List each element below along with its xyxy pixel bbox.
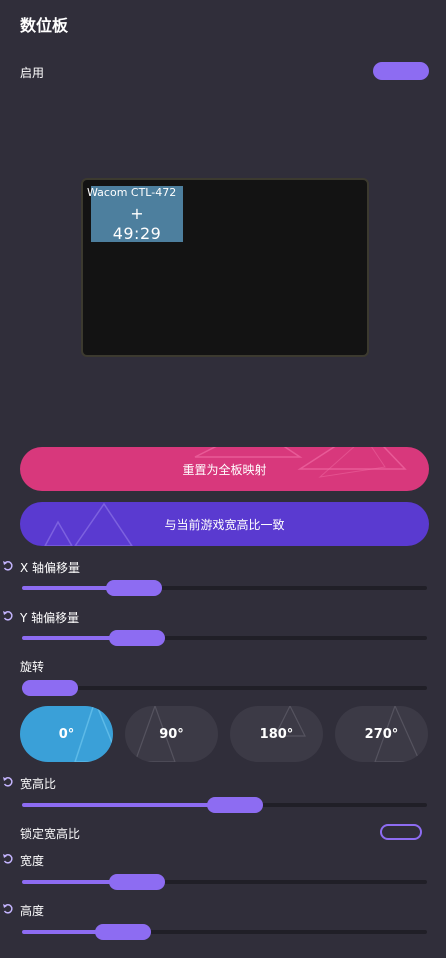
enable-label: 启用: [20, 66, 45, 80]
rotation-90-button[interactable]: 90°: [125, 706, 218, 762]
tablet-settings-panel: 数位板 启用 Wacom CTL-472 + 49:29 重置为全板映射 与当前…: [0, 0, 446, 958]
y-offset-label: Y 轴偏移量: [20, 611, 80, 625]
width-label: 宽度: [20, 854, 45, 868]
rotation-180-label: 180°: [259, 726, 294, 742]
aspect-ratio-slider[interactable]: [22, 797, 427, 813]
width-slider[interactable]: [22, 874, 427, 890]
tablet-center-marker: +: [130, 204, 144, 223]
rotation-270-button[interactable]: 270°: [335, 706, 428, 762]
aspect-ratio-label: 宽高比: [20, 777, 57, 791]
rotation-90-label: 90°: [159, 726, 184, 742]
reset-icon[interactable]: [2, 776, 14, 788]
rotation-0-button[interactable]: 0°: [20, 706, 113, 762]
reset-full-area-label: 重置为全板映射: [182, 462, 267, 477]
reset-icon[interactable]: [2, 903, 14, 915]
slider-thumb[interactable]: [95, 924, 152, 940]
match-game-aspect-label: 与当前游戏宽高比一致: [164, 517, 285, 532]
tablet-device-name: Wacom CTL-472: [87, 186, 177, 199]
rotation-270-label: 270°: [364, 726, 399, 742]
slider-fill: [22, 803, 235, 807]
slider-thumb[interactable]: [105, 580, 162, 596]
enable-toggle[interactable]: [373, 62, 429, 80]
slider-thumb[interactable]: [109, 630, 166, 646]
lock-aspect-label: 锁定宽高比: [20, 827, 81, 841]
rotation-180-button[interactable]: 180°: [230, 706, 323, 762]
tablet-aspect-ratio: 49:29: [112, 224, 162, 243]
rotation-label: 旋转: [20, 660, 45, 674]
lock-aspect-toggle[interactable]: [380, 824, 422, 840]
rotation-slider[interactable]: [22, 680, 427, 696]
reset-icon[interactable]: [2, 560, 14, 572]
slider-thumb[interactable]: [22, 680, 78, 696]
slider-thumb[interactable]: [109, 874, 166, 890]
tablet-active-area[interactable]: Wacom CTL-472 + 49:29: [87, 186, 183, 243]
x-offset-label: X 轴偏移量: [20, 561, 81, 575]
x-offset-slider[interactable]: [22, 580, 427, 596]
tablet-preview: Wacom CTL-472 + 49:29: [81, 178, 369, 357]
height-slider[interactable]: [22, 924, 427, 940]
rotation-0-label: 0°: [58, 726, 75, 742]
reset-icon[interactable]: [2, 853, 14, 865]
match-game-aspect-button[interactable]: 与当前游戏宽高比一致: [20, 502, 429, 546]
reset-icon[interactable]: [2, 610, 14, 622]
page-title: 数位板: [20, 16, 69, 35]
slider-thumb[interactable]: [206, 797, 263, 813]
y-offset-slider[interactable]: [22, 630, 427, 646]
reset-full-area-button[interactable]: 重置为全板映射: [20, 447, 429, 491]
height-label: 高度: [20, 904, 45, 918]
